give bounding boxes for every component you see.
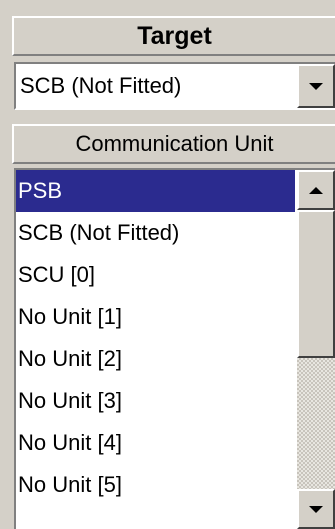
list-item[interactable]: No Unit [5] [16, 464, 295, 506]
scroll-down-arrow-icon [309, 505, 323, 513]
scroll-down-button[interactable] [297, 489, 335, 529]
list-item[interactable]: SCB (Not Fitted) [16, 212, 295, 254]
list-item[interactable]: SCU [0] [16, 254, 295, 296]
scrollbar-thumb[interactable] [297, 210, 335, 358]
target-dropdown-button[interactable] [297, 64, 335, 108]
scroll-up-arrow-icon [309, 186, 323, 194]
list-scrollbar[interactable] [297, 170, 335, 529]
communication-unit-list[interactable]: PSB SCB (Not Fitted) SCU [0] No Unit [1]… [14, 168, 335, 529]
list-item[interactable]: PSB [16, 170, 295, 212]
list-item[interactable]: No Unit [3] [16, 380, 295, 422]
chevron-down-icon [309, 82, 323, 90]
communication-unit-header: Communication Unit [12, 124, 335, 164]
target-select-value: SCB (Not Fitted) [20, 73, 182, 98]
list-item[interactable]: No Unit [2] [16, 338, 295, 380]
list-item[interactable]: No Unit [4] [16, 422, 295, 464]
scroll-up-button[interactable] [297, 170, 335, 210]
target-select[interactable]: SCB (Not Fitted) [14, 62, 335, 110]
list-item[interactable]: No Unit [1] [16, 296, 295, 338]
target-header: Target [12, 16, 335, 56]
